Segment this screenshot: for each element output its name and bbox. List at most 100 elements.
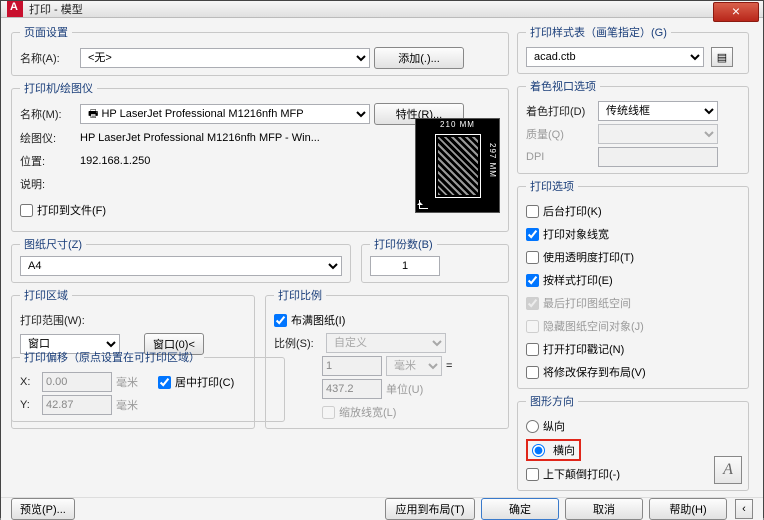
offset-legend: 打印偏移（原点设置在可打印区域） — [20, 349, 204, 365]
help-button[interactable]: 帮助(H) — [649, 498, 727, 520]
quality-select — [598, 124, 718, 144]
unit-value — [322, 379, 382, 399]
lw-label: 打印对象线宽 — [543, 226, 609, 242]
bg-label: 后台打印(K) — [543, 203, 602, 219]
style-table-select[interactable]: acad.ctb — [526, 47, 704, 67]
printer-legend: 打印机/绘图仪 — [20, 80, 97, 96]
print-to-file-label: 打印到文件(F) — [37, 202, 106, 218]
upside-label: 上下颠倒打印(-) — [543, 466, 620, 482]
printer-name-select[interactable]: 🖶 HP LaserJet Professional M1216nfh MFP — [80, 104, 370, 124]
hide-checkbox — [526, 320, 539, 333]
hide-label: 隐藏图纸空间对象(J) — [543, 318, 644, 334]
landscape-radio[interactable] — [532, 444, 545, 457]
location-value: 192.168.1.250 — [80, 155, 150, 167]
copies-input[interactable] — [370, 256, 440, 276]
page-name-select[interactable]: <无> — [80, 48, 370, 68]
offset-group: 打印偏移（原点设置在可打印区域） X: 毫米 居中打印(C) Y: 毫米 — [11, 349, 285, 422]
location-label: 位置: — [20, 153, 76, 169]
style-table-legend: 打印样式表（画笔指定）(G) — [526, 24, 671, 40]
save-checkbox[interactable] — [526, 366, 539, 379]
paper-preview: 210 MM 297 MM — [415, 118, 500, 213]
ratio-select: 自定义 — [326, 333, 446, 353]
app-icon — [7, 1, 23, 17]
y-unit: 毫米 — [116, 397, 138, 413]
orient-icon: A — [714, 456, 742, 484]
shaded-group: 着色视口选项 着色打印(D)传统线框 质量(Q) DPI — [517, 78, 749, 174]
center-checkbox[interactable] — [158, 376, 171, 389]
ok-button[interactable]: 确定 — [481, 498, 559, 520]
landscape-label: 横向 — [553, 442, 575, 458]
range-label: 打印范围(W): — [20, 312, 85, 328]
trans-label: 使用透明度打印(T) — [543, 249, 634, 265]
cancel-button[interactable]: 取消 — [565, 498, 643, 520]
options-legend: 打印选项 — [526, 178, 578, 194]
styles-label: 按样式打印(E) — [543, 272, 613, 288]
lw-checkbox[interactable] — [526, 228, 539, 241]
footer: 预览(P)... 应用到布局(T) 确定 取消 帮助(H) ‹ — [1, 497, 763, 520]
upside-checkbox[interactable] — [526, 468, 539, 481]
last-label: 最后打印图纸空间 — [543, 295, 631, 311]
shade-label: 着色打印(D) — [526, 103, 594, 119]
styles-checkbox[interactable] — [526, 274, 539, 287]
print-area-legend: 打印区域 — [20, 287, 72, 303]
bg-checkbox[interactable] — [526, 205, 539, 218]
plotter-label: 绘图仪: — [20, 130, 76, 146]
add-button[interactable]: 添加(.)... — [374, 47, 464, 69]
copies-legend: 打印份数(B) — [370, 236, 437, 252]
preview-height: 297 MM — [488, 143, 497, 212]
dpi-label: DPI — [526, 151, 594, 163]
style-table-group: 打印样式表（画笔指定）(G) acad.ctb ▤ — [517, 24, 749, 74]
page-name-label: 名称(A): — [20, 50, 76, 66]
x-label: X: — [20, 376, 38, 388]
window-title: 打印 - 模型 — [29, 1, 83, 17]
printer-name-label: 名称(M): — [20, 106, 76, 122]
titlebar: 打印 - 模型 × — [1, 1, 763, 18]
dpi-input — [598, 147, 718, 167]
orient-group: 图形方向 纵向 横向 上下颠倒打印(-) A — [517, 393, 749, 491]
preview-button[interactable]: 预览(P)... — [11, 498, 75, 520]
preview-width: 210 MM — [416, 120, 499, 129]
shade-select[interactable]: 传统线框 — [598, 101, 718, 121]
quality-label: 质量(Q) — [526, 126, 594, 142]
options-group: 打印选项 后台打印(K) 打印对象线宽 使用透明度打印(T) 按样式打印(E) … — [517, 178, 749, 389]
scale-one — [322, 356, 382, 376]
page-setup-group: 页面设置 名称(A): <无> 添加(.)... — [11, 24, 509, 76]
paper-size-legend: 图纸尺寸(Z) — [20, 236, 86, 252]
copies-group: 打印份数(B) — [361, 236, 509, 283]
orient-legend: 图形方向 — [526, 393, 578, 409]
last-checkbox — [526, 297, 539, 310]
desc-label: 说明: — [20, 176, 76, 192]
scale-legend: 打印比例 — [274, 287, 326, 303]
x-unit: 毫米 — [116, 374, 138, 390]
landscape-highlight: 横向 — [526, 439, 581, 461]
center-label: 居中打印(C) — [175, 374, 234, 390]
printer-group: 打印机/绘图仪 名称(M): 🖶 HP LaserJet Professiona… — [11, 80, 509, 232]
scale-line-checkbox — [322, 406, 335, 419]
scale-unit-top: 毫米 — [386, 356, 442, 376]
y-label: Y: — [20, 399, 38, 411]
portrait-radio[interactable] — [526, 420, 539, 433]
shaded-legend: 着色视口选项 — [526, 78, 600, 94]
equals: = — [446, 360, 452, 372]
paper-size-select[interactable]: A4 — [20, 256, 342, 276]
paper-size-group: 图纸尺寸(Z) A4 — [11, 236, 351, 283]
scale-group: 打印比例 布满图纸(I) 比例(S): 自定义 毫米 = 单位(U) — [265, 287, 509, 429]
style-edit-button[interactable]: ▤ — [711, 47, 733, 67]
y-input — [42, 395, 112, 415]
unit-label: 单位(U) — [386, 381, 423, 397]
scale-line-label: 缩放线宽(L) — [339, 404, 396, 420]
expand-button[interactable]: ‹ — [735, 499, 753, 519]
close-button[interactable]: × — [713, 2, 759, 22]
portrait-label: 纵向 — [543, 418, 565, 434]
apply-layout-button[interactable]: 应用到布局(T) — [385, 498, 475, 520]
print-dialog: 打印 - 模型 × 页面设置 名称(A): <无> 添加(.)... 打印机/绘… — [0, 0, 764, 518]
print-to-file-checkbox[interactable] — [20, 204, 33, 217]
page-setup-legend: 页面设置 — [20, 24, 72, 40]
trans-checkbox[interactable] — [526, 251, 539, 264]
fit-checkbox[interactable] — [274, 314, 287, 327]
stamp-checkbox[interactable] — [526, 343, 539, 356]
content: 页面设置 名称(A): <无> 添加(.)... 打印机/绘图仪 名称(M): … — [1, 18, 763, 497]
save-label: 将修改保存到布局(V) — [543, 364, 646, 380]
stamp-label: 打开打印戳记(N) — [543, 341, 624, 357]
fit-label: 布满图纸(I) — [291, 312, 345, 328]
